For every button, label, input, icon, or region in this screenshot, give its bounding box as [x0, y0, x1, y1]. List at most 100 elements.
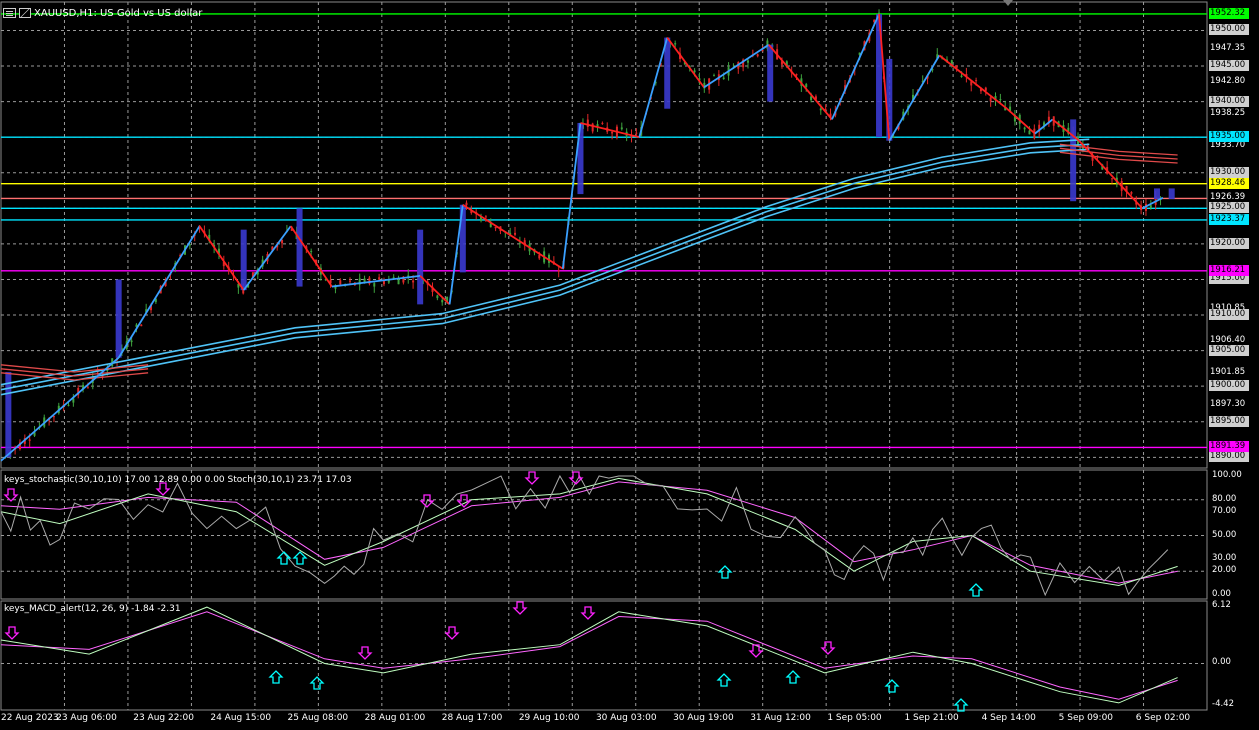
time-axis-label: 1 Sep 05:00: [827, 713, 882, 723]
candle-body: [484, 216, 487, 218]
macd-axis-label: 0.00: [1212, 657, 1231, 668]
candle-body: [1110, 178, 1113, 180]
price-axis-label: 1895.00: [1209, 415, 1249, 427]
candle-body: [601, 122, 604, 124]
moving-average-fast: [0, 138, 1090, 386]
range-box: [1070, 119, 1077, 202]
candle-body: [805, 84, 808, 87]
candle-body: [591, 123, 594, 132]
chart-menu-icon[interactable]: [3, 8, 16, 18]
zigzag-segment: [768, 44, 833, 120]
stochastic-label: keys_stochastic(30,10,10) 17.00 12.89 0.…: [4, 475, 352, 485]
candle-body: [635, 132, 638, 134]
stochastic-axis-label: 30.00: [1212, 553, 1237, 564]
zigzag-segment: [1006, 108, 1036, 135]
candle-body: [975, 80, 978, 82]
candle-body: [339, 280, 342, 285]
price-axis-label: 1942.80: [1210, 75, 1246, 86]
stochastic-axis-label: 50.00: [1212, 529, 1237, 540]
candle-body: [819, 108, 822, 111]
candle-body: [795, 74, 798, 76]
candle-body: [713, 75, 716, 77]
price-axis-label: 1920.00: [1209, 237, 1249, 249]
macd-label: keys_MACD_alert(12, 26, 9) -1.84 -2.31: [4, 604, 181, 614]
range-box: [886, 58, 893, 141]
zigzag-segment: [831, 13, 880, 120]
price-axis-label: 1901.85: [1210, 367, 1246, 378]
candle-body: [586, 119, 589, 127]
candle-body: [1023, 127, 1026, 130]
price-axis-label: 1900.00: [1209, 380, 1249, 392]
candle-body: [28, 439, 31, 441]
zigzag-segment: [938, 54, 1008, 110]
candle-body: [611, 131, 614, 134]
candle-body: [538, 255, 541, 259]
candle-body: [86, 387, 89, 389]
price-axis-label: 1947.35: [1210, 43, 1246, 54]
candle-body: [674, 43, 677, 45]
arrow-down-icon: [524, 471, 540, 485]
candle-body: [989, 97, 992, 102]
chart-shift-marker-icon[interactable]: [1003, 0, 1013, 6]
candle-body: [824, 108, 827, 110]
range-box: [115, 279, 122, 358]
time-axis-label: 23 Aug 22:00: [133, 713, 194, 723]
candle-body: [810, 96, 813, 101]
arrow-up-icon: [268, 670, 284, 684]
zigzag-segment: [198, 225, 245, 291]
arrow-down-icon: [512, 601, 528, 615]
arrow-up-icon: [953, 698, 969, 712]
macd-axis-label: 6.12: [1212, 600, 1231, 610]
candle-body: [620, 127, 623, 130]
range-box: [767, 44, 774, 102]
zigzag-segment: [888, 54, 941, 142]
price-axis-label: 1910.00: [1209, 309, 1249, 321]
arrow-up-icon: [292, 551, 308, 565]
candle-body: [514, 232, 517, 235]
stochastic-axis-label: 0.00: [1212, 589, 1231, 599]
time-axis-label: 28 Aug 17:00: [441, 713, 503, 723]
candle-body: [1149, 205, 1152, 209]
candle-body: [130, 340, 133, 343]
arrow-down-icon: [3, 488, 19, 502]
arrow-down-icon: [444, 626, 460, 640]
candle-body: [378, 277, 381, 280]
candle-body: [349, 280, 352, 282]
price-level-tag: 1891.39: [1209, 441, 1249, 453]
candle-body: [892, 136, 895, 138]
zigzag-segment: [117, 225, 201, 359]
arrow-up-icon: [716, 673, 732, 687]
time-axis-label: 4 Sep 14:00: [981, 713, 1036, 723]
stochastic-axis-label: 70.00: [1212, 505, 1237, 516]
candle-body: [1130, 192, 1133, 194]
macd-axis-label: -4.42: [1212, 699, 1234, 709]
candle-body: [950, 60, 953, 64]
stochastic-axis-label: 100.00: [1212, 470, 1242, 480]
candle-body: [441, 300, 444, 303]
candle-body: [756, 54, 759, 57]
time-axis-label: 31 Aug 12:00: [750, 713, 811, 723]
candle-body: [373, 283, 376, 287]
range-box: [1153, 188, 1160, 200]
zigzag-segment: [561, 122, 582, 269]
price-level-tag: 1935.00: [1209, 131, 1249, 143]
candle-body: [693, 70, 696, 73]
candle-body: [52, 416, 55, 418]
price-axis-label: 1945.00: [1209, 60, 1249, 72]
time-axis-label: 5 Sep 09:00: [1058, 713, 1114, 723]
range-box: [1168, 188, 1175, 200]
chart-type-icon[interactable]: [19, 8, 31, 18]
candle-body: [722, 77, 725, 79]
arrow-down-icon: [820, 641, 836, 655]
zigzag-segment: [1141, 196, 1164, 210]
arrow-up-icon: [717, 565, 733, 579]
price-axis-label: 1930.00: [1209, 166, 1249, 178]
arrow-up-icon: [309, 676, 325, 690]
candle-body: [1028, 130, 1031, 135]
time-axis-label: 1 Sep 21:00: [904, 713, 959, 723]
time-axis-label: 28 Aug 01:00: [364, 713, 426, 723]
chart-canvas[interactable]: [0, 0, 1259, 730]
arrow-down-icon: [580, 606, 596, 620]
stochastic-axis-label: 20.00: [1212, 565, 1237, 576]
zigzag-segment: [242, 225, 292, 291]
